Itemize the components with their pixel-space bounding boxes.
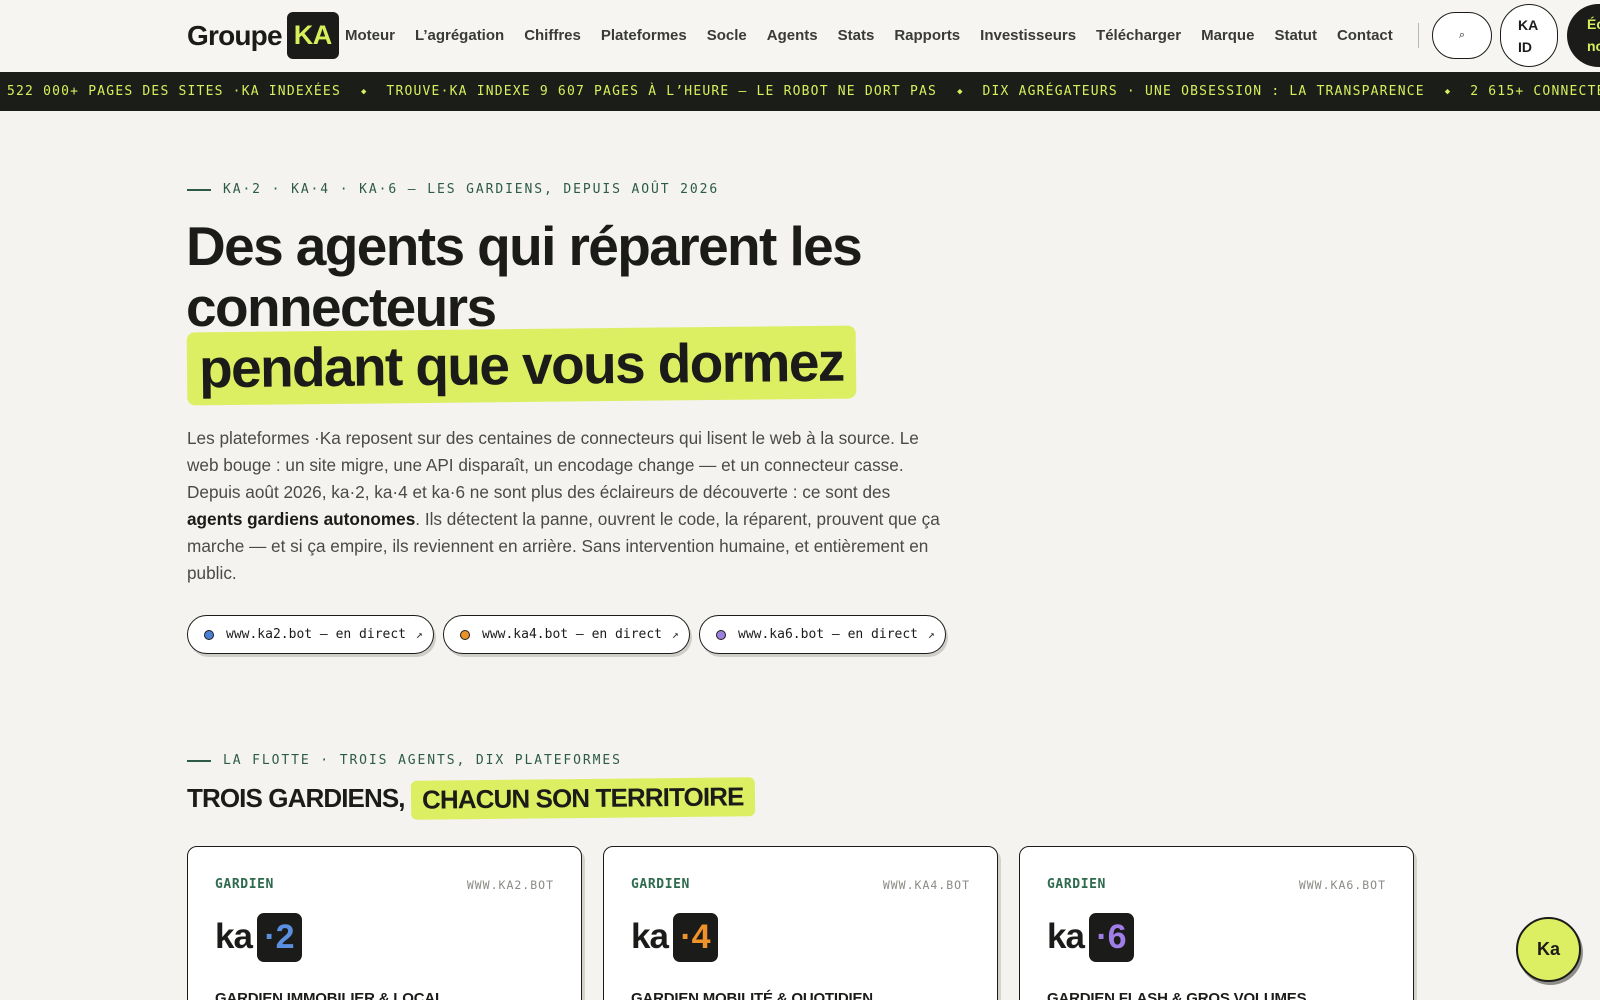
ticker-item: TROUVE·KA INDEXE 9 607 PAGES À L’HEURE —… (386, 84, 938, 99)
nav-contact[interactable]: Contact (1337, 27, 1393, 44)
nav-chiffres[interactable]: Chiffres (524, 27, 581, 44)
fleet-title-highlight: chacun son territoire (410, 776, 755, 820)
logo-number-badge: ·2 (256, 912, 302, 962)
ka6-logo: ka ·6 (1047, 912, 1134, 962)
external-arrow-icon: ↗ (672, 628, 679, 641)
nav-agregation[interactable]: L’agrégation (415, 27, 504, 44)
eyebrow-dash (187, 759, 211, 762)
ka2-link-label: www.ka2.bot — en direct (226, 627, 407, 642)
logo-ka-text: ka (631, 917, 669, 956)
logo-word: Groupe (187, 19, 283, 51)
ticker-separator: ◆ (1444, 86, 1451, 97)
status-dot (460, 629, 470, 640)
nav-statut[interactable]: Statut (1274, 27, 1317, 44)
guardian-card-ka4[interactable]: GARDIEN WWW.KA4.BOT ka ·4 Gardien mobili… (603, 846, 998, 1000)
ka6-link-label: www.ka6.bot — en direct (738, 627, 919, 642)
site-header: Groupe KA Moteur L’agrégation Chiffres P… (0, 0, 1600, 72)
nav-moteur[interactable]: Moteur (345, 27, 395, 44)
ka6-live-link[interactable]: www.ka6.bot — en direct ↗ (699, 615, 946, 654)
card-domain: WWW.KA6.BOT (1298, 878, 1386, 892)
search-button[interactable]: ⌕ (1432, 12, 1492, 59)
card-domain: WWW.KA2.BOT (466, 878, 554, 892)
logo-box: KA (286, 12, 339, 59)
ka4-live-link[interactable]: www.ka4.bot — en direct ↗ (443, 615, 690, 654)
fleet-eyebrow: LA FLOTTE · TROIS AGENTS, DIX PLATEFORME… (187, 753, 622, 768)
nav-stats[interactable]: Stats (838, 27, 875, 44)
chat-button-label: Ka (1536, 939, 1560, 959)
card-tagline: Gardien mobilité & quotidien (631, 990, 873, 1000)
nav-divider (1418, 23, 1419, 48)
ticker-item: 522 000+ PAGES DES SITES ·KA INDEXÉES (7, 84, 341, 99)
status-dot (716, 629, 726, 640)
cta-line2: no (1587, 38, 1600, 54)
guardian-card-ka6[interactable]: GARDIEN WWW.KA6.BOT ka ·6 Gardien flash … (1019, 846, 1414, 1000)
ka-chat-button[interactable]: Ka (1516, 917, 1581, 982)
fleet-title: Trois gardiens, chacun son territoire (187, 776, 755, 820)
card-label: GARDIEN (215, 877, 274, 892)
ka-id-line1: KA (1518, 16, 1539, 33)
hero-description: Les plateformes ·Ka reposent sur des cen… (187, 425, 947, 587)
news-ticker: 522 000+ PAGES DES SITES ·KA INDEXÉES ◆ … (0, 72, 1600, 111)
card-domain: WWW.KA4.BOT (882, 878, 970, 892)
ticker-item: DIX AGRÉGATEURS · UNE OBSESSION : LA TRA… (982, 84, 1425, 99)
nav-socle[interactable]: Socle (707, 27, 747, 44)
fleet-eyebrow-text: LA FLOTTE · TROIS AGENTS, DIX PLATEFORME… (223, 753, 622, 768)
hero-title-line2: connecteurs (186, 276, 497, 338)
ka-id-line2: ID (1518, 38, 1532, 55)
logo-number-badge: ·6 (1088, 912, 1134, 962)
hero-title-line1: Des agents qui réparent les (186, 215, 863, 277)
nav-marque[interactable]: Marque (1201, 27, 1254, 44)
header-cta-button[interactable]: Éc no (1567, 4, 1600, 67)
external-arrow-icon: ↗ (416, 628, 423, 641)
card-tagline: Gardien immobilier & local (215, 990, 444, 1000)
logo-ka-text: ka (215, 917, 253, 956)
ka-id-button[interactable]: KA ID (1500, 4, 1558, 67)
fleet-title-plain: Trois gardiens, (187, 782, 406, 813)
card-tagline: Gardien flash & gros volumes (1047, 990, 1307, 1000)
hero-body-bold: agents gardiens autonomes (187, 509, 416, 529)
ticker-separator: ◆ (957, 86, 963, 97)
ka4-logo: ka ·4 (631, 912, 718, 962)
hero-title-highlight: pendant que vous dormez (186, 325, 857, 406)
main-nav: Moteur L’agrégation Chiffres Plateformes… (345, 0, 1413, 70)
nav-investisseurs[interactable]: Investisseurs (980, 27, 1076, 44)
nav-rapports[interactable]: Rapports (894, 27, 960, 44)
ticker-item: 2 615+ CONNECTEURS (1470, 84, 1600, 99)
ka2-live-link[interactable]: www.ka2.bot — en direct ↗ (187, 615, 434, 654)
card-label: GARDIEN (631, 877, 690, 892)
search-icon: ⌕ (1458, 29, 1466, 41)
logo-number-badge: ·4 (672, 912, 718, 962)
ticker-separator: ◆ (361, 86, 367, 97)
status-dot (204, 629, 214, 640)
eyebrow-dash (187, 188, 211, 191)
nav-telecharger[interactable]: Télécharger (1096, 27, 1181, 44)
card-label: GARDIEN (1047, 877, 1106, 892)
groupe-ka-logo[interactable]: Groupe KA (187, 12, 339, 59)
ka2-logo: ka ·2 (215, 912, 302, 962)
hero-body-part1: Les plateformes ·Ka reposent sur des cen… (187, 428, 919, 502)
external-arrow-icon: ↗ (928, 628, 935, 641)
guardian-card-ka2[interactable]: GARDIEN WWW.KA2.BOT ka ·2 Gardien immobi… (187, 846, 582, 1000)
hero-eyebrow-text: KA·2 · KA·4 · KA·6 — LES GARDIENS, DEPUI… (223, 182, 720, 197)
ka4-link-label: www.ka4.bot — en direct (482, 627, 663, 642)
hero-title: Des agents qui réparent les connecteurs (186, 216, 946, 338)
logo-ka-text: ka (1047, 917, 1085, 956)
cta-line1: Éc (1587, 16, 1600, 32)
nav-plateformes[interactable]: Plateformes (601, 27, 687, 44)
hero-eyebrow: KA·2 · KA·4 · KA·6 — LES GARDIENS, DEPUI… (187, 182, 719, 197)
nav-agents[interactable]: Agents (767, 27, 818, 44)
